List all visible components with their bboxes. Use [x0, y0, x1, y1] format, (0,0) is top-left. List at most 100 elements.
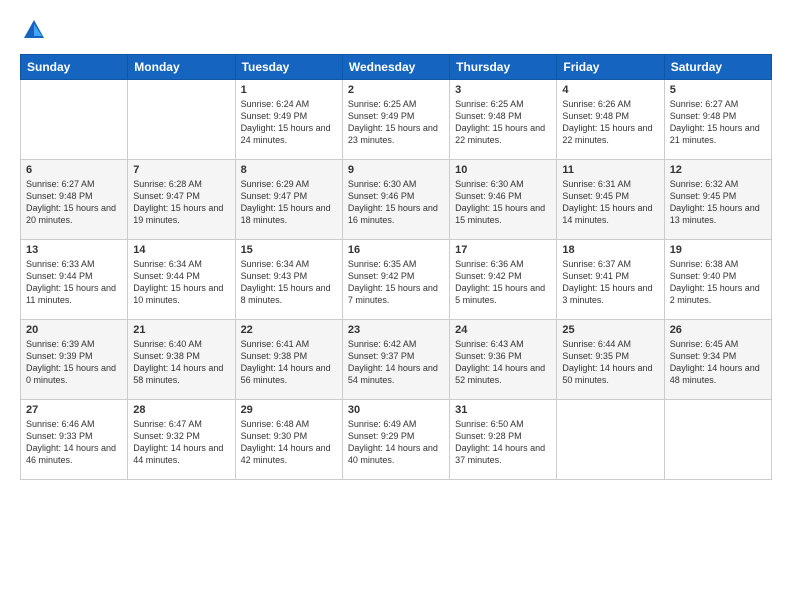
calendar-cell	[21, 80, 128, 160]
cell-info: Sunrise: 6:35 AMSunset: 9:42 PMDaylight:…	[348, 259, 438, 305]
cell-info: Sunrise: 6:25 AMSunset: 9:48 PMDaylight:…	[455, 99, 545, 145]
calendar-table: SundayMondayTuesdayWednesdayThursdayFrid…	[20, 54, 772, 480]
day-number: 2	[348, 84, 444, 96]
calendar-cell: 8 Sunrise: 6:29 AMSunset: 9:47 PMDaylight…	[235, 160, 342, 240]
day-header-monday: Monday	[128, 55, 235, 80]
day-number: 15	[241, 244, 337, 256]
cell-info: Sunrise: 6:48 AMSunset: 9:30 PMDaylight:…	[241, 419, 331, 465]
day-number: 21	[133, 324, 229, 336]
cell-info: Sunrise: 6:38 AMSunset: 9:40 PMDaylight:…	[670, 259, 760, 305]
day-number: 24	[455, 324, 551, 336]
cell-info: Sunrise: 6:34 AMSunset: 9:44 PMDaylight:…	[133, 259, 223, 305]
cell-info: Sunrise: 6:27 AMSunset: 9:48 PMDaylight:…	[26, 179, 116, 225]
calendar-week-row: 13 Sunrise: 6:33 AMSunset: 9:44 PMDayligh…	[21, 240, 772, 320]
calendar-cell: 21 Sunrise: 6:40 AMSunset: 9:38 PMDayligh…	[128, 320, 235, 400]
cell-info: Sunrise: 6:44 AMSunset: 9:35 PMDaylight:…	[562, 339, 652, 385]
calendar-cell: 11 Sunrise: 6:31 AMSunset: 9:45 PMDayligh…	[557, 160, 664, 240]
cell-info: Sunrise: 6:49 AMSunset: 9:29 PMDaylight:…	[348, 419, 438, 465]
cell-info: Sunrise: 6:41 AMSunset: 9:38 PMDaylight:…	[241, 339, 331, 385]
day-number: 4	[562, 84, 658, 96]
day-number: 11	[562, 164, 658, 176]
day-number: 8	[241, 164, 337, 176]
cell-info: Sunrise: 6:39 AMSunset: 9:39 PMDaylight:…	[26, 339, 116, 385]
day-number: 19	[670, 244, 766, 256]
cell-info: Sunrise: 6:45 AMSunset: 9:34 PMDaylight:…	[670, 339, 760, 385]
calendar-cell: 10 Sunrise: 6:30 AMSunset: 9:46 PMDayligh…	[450, 160, 557, 240]
calendar-cell: 2 Sunrise: 6:25 AMSunset: 9:49 PMDaylight…	[342, 80, 449, 160]
header	[20, 16, 772, 44]
day-number: 22	[241, 324, 337, 336]
day-header-thursday: Thursday	[450, 55, 557, 80]
day-number: 1	[241, 84, 337, 96]
calendar-cell: 16 Sunrise: 6:35 AMSunset: 9:42 PMDayligh…	[342, 240, 449, 320]
cell-info: Sunrise: 6:30 AMSunset: 9:46 PMDaylight:…	[455, 179, 545, 225]
day-number: 27	[26, 404, 122, 416]
day-header-wednesday: Wednesday	[342, 55, 449, 80]
day-number: 10	[455, 164, 551, 176]
calendar-cell: 20 Sunrise: 6:39 AMSunset: 9:39 PMDayligh…	[21, 320, 128, 400]
cell-info: Sunrise: 6:36 AMSunset: 9:42 PMDaylight:…	[455, 259, 545, 305]
cell-info: Sunrise: 6:37 AMSunset: 9:41 PMDaylight:…	[562, 259, 652, 305]
calendar-cell: 12Sunrise: 6:32 AMSunset: 9:45 PMDayligh…	[664, 160, 771, 240]
calendar-cell: 6 Sunrise: 6:27 AMSunset: 9:48 PMDaylight…	[21, 160, 128, 240]
day-number: 6	[26, 164, 122, 176]
cell-info: Sunrise: 6:24 AMSunset: 9:49 PMDaylight:…	[241, 99, 331, 145]
calendar-cell: 18 Sunrise: 6:37 AMSunset: 9:41 PMDayligh…	[557, 240, 664, 320]
day-number: 7	[133, 164, 229, 176]
day-number: 25	[562, 324, 658, 336]
day-number: 13	[26, 244, 122, 256]
calendar-cell: 26 Sunrise: 6:45 AMSunset: 9:34 PMDayligh…	[664, 320, 771, 400]
day-number: 30	[348, 404, 444, 416]
calendar-cell: 24 Sunrise: 6:43 AMSunset: 9:36 PMDayligh…	[450, 320, 557, 400]
cell-info: Sunrise: 6:43 AMSunset: 9:36 PMDaylight:…	[455, 339, 545, 385]
calendar-cell: 28Sunrise: 6:47 AMSunset: 9:32 PMDayligh…	[128, 400, 235, 480]
page: SundayMondayTuesdayWednesdayThursdayFrid…	[0, 0, 792, 612]
day-header-sunday: Sunday	[21, 55, 128, 80]
calendar-cell	[128, 80, 235, 160]
calendar-cell: 7 Sunrise: 6:28 AMSunset: 9:47 PMDaylight…	[128, 160, 235, 240]
calendar-cell: 3 Sunrise: 6:25 AMSunset: 9:48 PMDaylight…	[450, 80, 557, 160]
calendar-week-row: 1 Sunrise: 6:24 AMSunset: 9:49 PMDaylight…	[21, 80, 772, 160]
calendar-cell: 17 Sunrise: 6:36 AMSunset: 9:42 PMDayligh…	[450, 240, 557, 320]
day-header-saturday: Saturday	[664, 55, 771, 80]
calendar-cell: 13 Sunrise: 6:33 AMSunset: 9:44 PMDayligh…	[21, 240, 128, 320]
calendar-cell: 29 Sunrise: 6:48 AMSunset: 9:30 PMDayligh…	[235, 400, 342, 480]
cell-info: Sunrise: 6:29 AMSunset: 9:47 PMDaylight:…	[241, 179, 331, 225]
calendar-week-row: 6 Sunrise: 6:27 AMSunset: 9:48 PMDaylight…	[21, 160, 772, 240]
cell-info: Sunrise: 6:33 AMSunset: 9:44 PMDaylight:…	[26, 259, 116, 305]
cell-info: Sunrise: 6:27 AMSunset: 9:48 PMDaylight:…	[670, 99, 760, 145]
calendar-cell: 5 Sunrise: 6:27 AMSunset: 9:48 PMDaylight…	[664, 80, 771, 160]
calendar-cell: 9Sunrise: 6:30 AMSunset: 9:46 PMDaylight…	[342, 160, 449, 240]
cell-info: Sunrise: 6:25 AMSunset: 9:49 PMDaylight:…	[348, 99, 438, 145]
day-number: 26	[670, 324, 766, 336]
cell-info: Sunrise: 6:31 AMSunset: 9:45 PMDaylight:…	[562, 179, 652, 225]
calendar-cell	[557, 400, 664, 480]
cell-info: Sunrise: 6:46 AMSunset: 9:33 PMDaylight:…	[26, 419, 116, 465]
day-number: 14	[133, 244, 229, 256]
calendar-week-row: 20 Sunrise: 6:39 AMSunset: 9:39 PMDayligh…	[21, 320, 772, 400]
calendar-cell: 1 Sunrise: 6:24 AMSunset: 9:49 PMDaylight…	[235, 80, 342, 160]
day-number: 12	[670, 164, 766, 176]
day-number: 29	[241, 404, 337, 416]
day-number: 16	[348, 244, 444, 256]
cell-info: Sunrise: 6:28 AMSunset: 9:47 PMDaylight:…	[133, 179, 223, 225]
cell-info: Sunrise: 6:47 AMSunset: 9:32 PMDaylight:…	[133, 419, 223, 465]
cell-info: Sunrise: 6:40 AMSunset: 9:38 PMDaylight:…	[133, 339, 223, 385]
calendar-cell: 4 Sunrise: 6:26 AMSunset: 9:48 PMDaylight…	[557, 80, 664, 160]
day-header-tuesday: Tuesday	[235, 55, 342, 80]
day-number: 31	[455, 404, 551, 416]
calendar-cell: 22 Sunrise: 6:41 AMSunset: 9:38 PMDayligh…	[235, 320, 342, 400]
day-number: 20	[26, 324, 122, 336]
cell-info: Sunrise: 6:42 AMSunset: 9:37 PMDaylight:…	[348, 339, 438, 385]
calendar-cell: 30 Sunrise: 6:49 AMSunset: 9:29 PMDayligh…	[342, 400, 449, 480]
day-number: 17	[455, 244, 551, 256]
calendar-cell: 19 Sunrise: 6:38 AMSunset: 9:40 PMDayligh…	[664, 240, 771, 320]
cell-info: Sunrise: 6:26 AMSunset: 9:48 PMDaylight:…	[562, 99, 652, 145]
calendar-cell: 23Sunrise: 6:42 AMSunset: 9:37 PMDayligh…	[342, 320, 449, 400]
calendar-cell: 27 Sunrise: 6:46 AMSunset: 9:33 PMDayligh…	[21, 400, 128, 480]
day-number: 5	[670, 84, 766, 96]
calendar-cell: 15Sunrise: 6:34 AMSunset: 9:43 PMDayligh…	[235, 240, 342, 320]
day-number: 3	[455, 84, 551, 96]
calendar-cell	[664, 400, 771, 480]
day-number: 18	[562, 244, 658, 256]
